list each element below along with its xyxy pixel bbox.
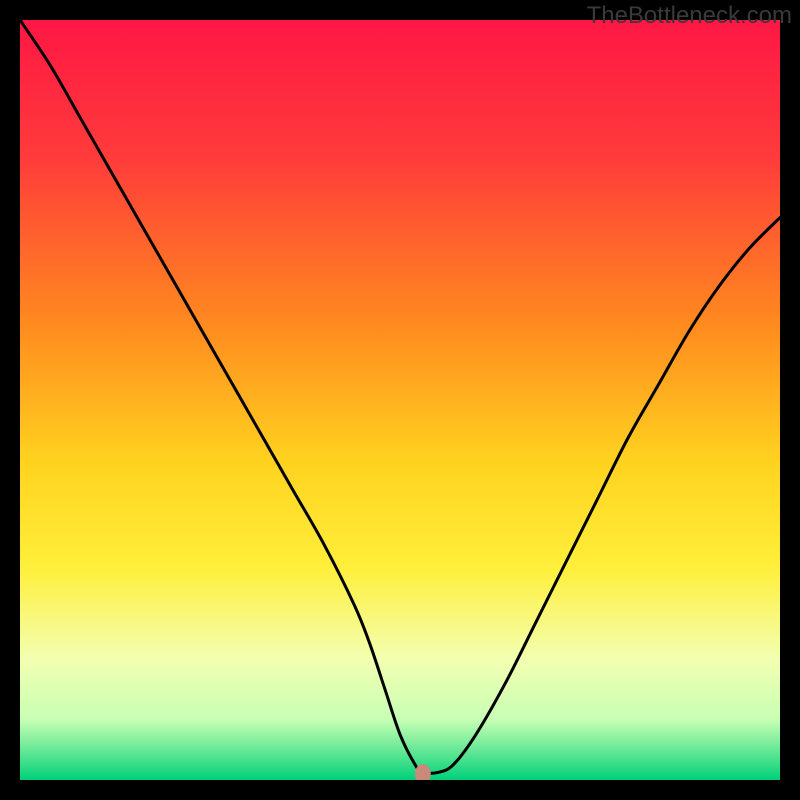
gradient-background xyxy=(20,20,780,780)
chart-frame: TheBottleneck.com xyxy=(0,0,800,800)
watermark-text: TheBottleneck.com xyxy=(587,2,792,30)
plot-area xyxy=(20,20,780,780)
chart-svg xyxy=(20,20,780,780)
